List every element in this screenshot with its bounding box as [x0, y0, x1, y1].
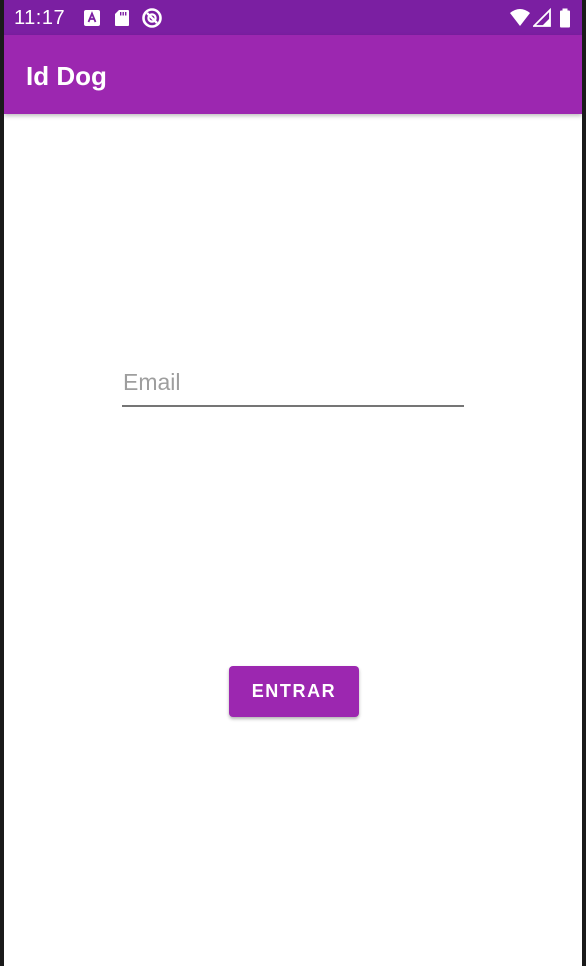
enter-button[interactable]: ENTRAR [229, 666, 359, 717]
email-field[interactable] [122, 366, 464, 407]
status-time: 11:17 [14, 7, 66, 29]
font-a-icon [82, 8, 102, 28]
app-title: Id Dog [26, 61, 107, 91]
app-screen: 11:17 Id Dog Email ENTRAR [4, 0, 582, 966]
battery-icon [559, 8, 571, 28]
app-bar: Id Dog [4, 35, 582, 114]
wifi-icon [509, 8, 531, 28]
sd-card-icon [112, 8, 132, 28]
cellular-signal-icon [531, 7, 551, 28]
status-bar: 11:17 [4, 0, 582, 35]
no-entry-circle-icon [141, 7, 163, 29]
